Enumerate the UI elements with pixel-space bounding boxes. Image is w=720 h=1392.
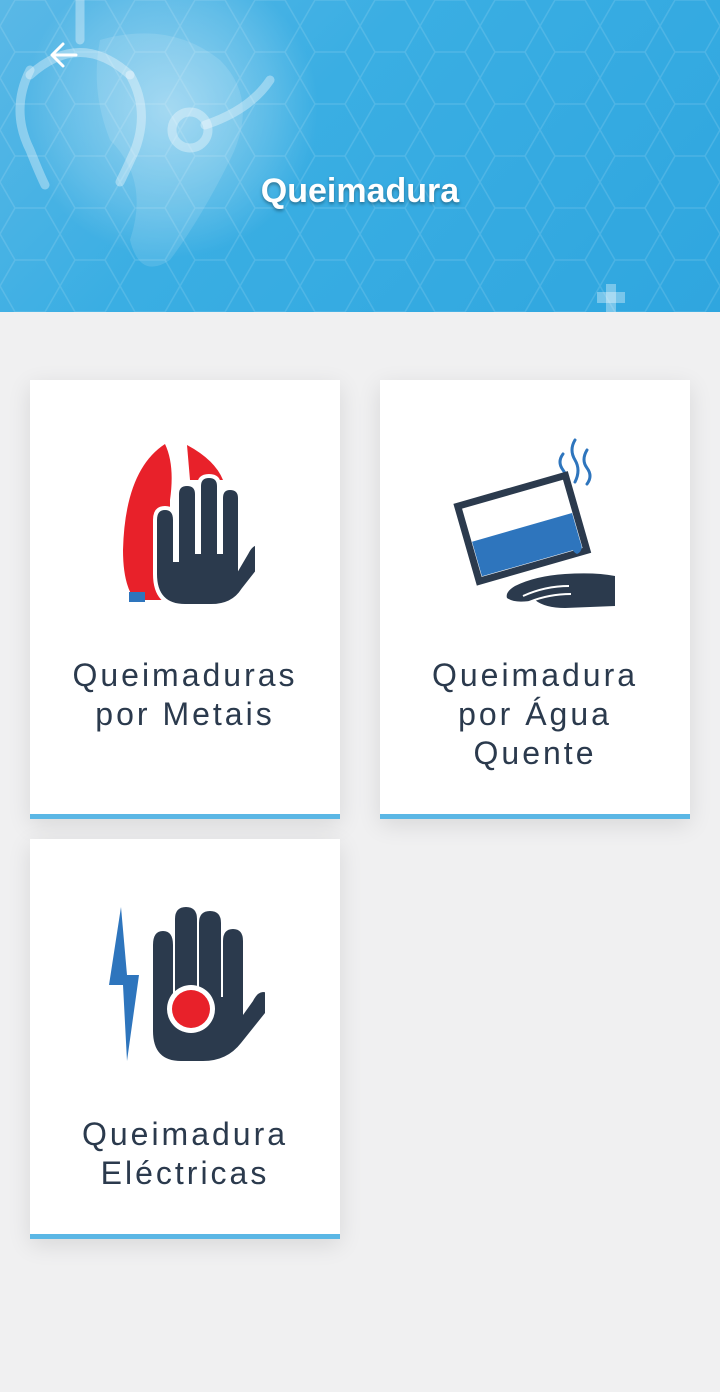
page-title: Queimadura xyxy=(260,172,460,210)
electric-hand-icon xyxy=(109,907,265,1061)
card-burn-metals[interactable]: Queimaduras por Metais xyxy=(30,380,340,819)
hexagon-pattern xyxy=(0,0,720,312)
arrow-left-icon xyxy=(50,42,78,68)
hot-water-hand-icon xyxy=(453,438,615,608)
card-burn-hot-water[interactable]: Queimadura por Água Quente xyxy=(380,380,690,819)
card-label: Queimadura Eléctricas xyxy=(81,1116,289,1191)
header-banner: Queimadura xyxy=(0,0,720,312)
card-label: Queimaduras por Metais xyxy=(72,657,298,732)
card-label: Queimadura por Água Quente xyxy=(431,657,639,771)
hot-iron-hand-icon xyxy=(123,444,255,608)
card-burn-electric[interactable]: Queimadura Eléctricas xyxy=(30,839,340,1239)
back-button[interactable] xyxy=(36,30,92,80)
